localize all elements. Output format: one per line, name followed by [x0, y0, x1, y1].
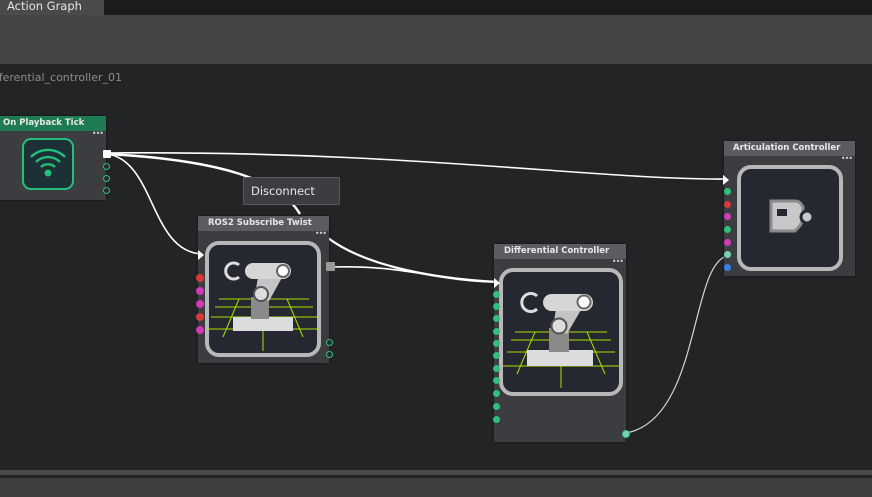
input-port[interactable] — [724, 226, 731, 233]
wifi-tick-icon — [22, 138, 74, 190]
node-title: Differential Controller — [494, 244, 626, 259]
input-port[interactable] — [493, 377, 500, 384]
output-port[interactable] — [103, 163, 110, 170]
node-menu-icon[interactable]: ••• — [315, 230, 327, 238]
input-port[interactable] — [724, 239, 731, 246]
input-port[interactable] — [724, 251, 731, 258]
node-articulation-controller[interactable]: Articulation Controller ••• — [723, 141, 855, 276]
wire-ros2-continuation[interactable] — [327, 237, 499, 284]
input-port[interactable] — [493, 315, 500, 322]
input-port[interactable] — [493, 303, 500, 310]
wire-tick-to-ros2[interactable] — [106, 153, 203, 255]
disconnect-menu-item[interactable]: Disconnect — [244, 178, 339, 204]
node-differential-controller[interactable]: Differential Controller ••• — [493, 244, 630, 442]
input-port[interactable] — [493, 403, 500, 410]
bottom-panel-bar — [0, 478, 872, 497]
output-port[interactable] — [622, 430, 630, 438]
input-port[interactable] — [724, 264, 731, 271]
input-port[interactable] — [196, 326, 204, 334]
context-menu: Disconnect — [243, 177, 340, 205]
input-port[interactable] — [493, 352, 500, 359]
input-port[interactable] — [196, 274, 204, 282]
node-ros2-subscribe-twist[interactable]: ROS2 Subscribe Twist ••• — [196, 216, 335, 363]
input-port[interactable] — [196, 287, 204, 295]
input-port[interactable] — [196, 313, 204, 321]
exec-out-port[interactable] — [103, 150, 111, 158]
node-title: On Playback Tick — [0, 116, 106, 131]
exec-in-port[interactable] — [723, 175, 729, 185]
graph-bottom-divider — [0, 470, 872, 475]
articulation-plug-icon — [737, 165, 843, 271]
output-port[interactable] — [326, 351, 333, 358]
node-on-playback-tick[interactable]: On Playback Tick ••• — [0, 116, 111, 200]
input-port[interactable] — [493, 291, 500, 298]
output-port[interactable] — [103, 187, 110, 194]
node-menu-icon[interactable]: ••• — [841, 155, 853, 163]
exec-in-port[interactable] — [198, 250, 204, 260]
wire-tick-to-articulation[interactable] — [106, 151, 726, 180]
input-port[interactable] — [724, 213, 731, 220]
node-menu-icon[interactable]: ••• — [612, 258, 624, 266]
wire-differential-to-articulation[interactable] — [625, 255, 728, 434]
input-port[interactable] — [493, 365, 500, 372]
robot-arm-icon — [499, 268, 623, 396]
output-port[interactable] — [103, 175, 110, 182]
input-port[interactable] — [493, 416, 500, 423]
node-title: ROS2 Subscribe Twist — [198, 216, 329, 231]
node-menu-icon[interactable]: ••• — [92, 130, 104, 138]
output-port[interactable] — [326, 339, 333, 346]
robot-arm-icon — [205, 241, 321, 357]
input-port[interactable] — [493, 340, 500, 347]
input-port[interactable] — [724, 201, 731, 208]
node-title: Articulation Controller — [724, 141, 855, 156]
output-port[interactable] — [326, 262, 335, 271]
exec-in-port[interactable] — [494, 278, 500, 288]
input-port[interactable] — [724, 188, 731, 195]
input-port[interactable] — [493, 390, 500, 397]
input-port[interactable] — [493, 328, 500, 335]
input-port[interactable] — [196, 300, 204, 308]
